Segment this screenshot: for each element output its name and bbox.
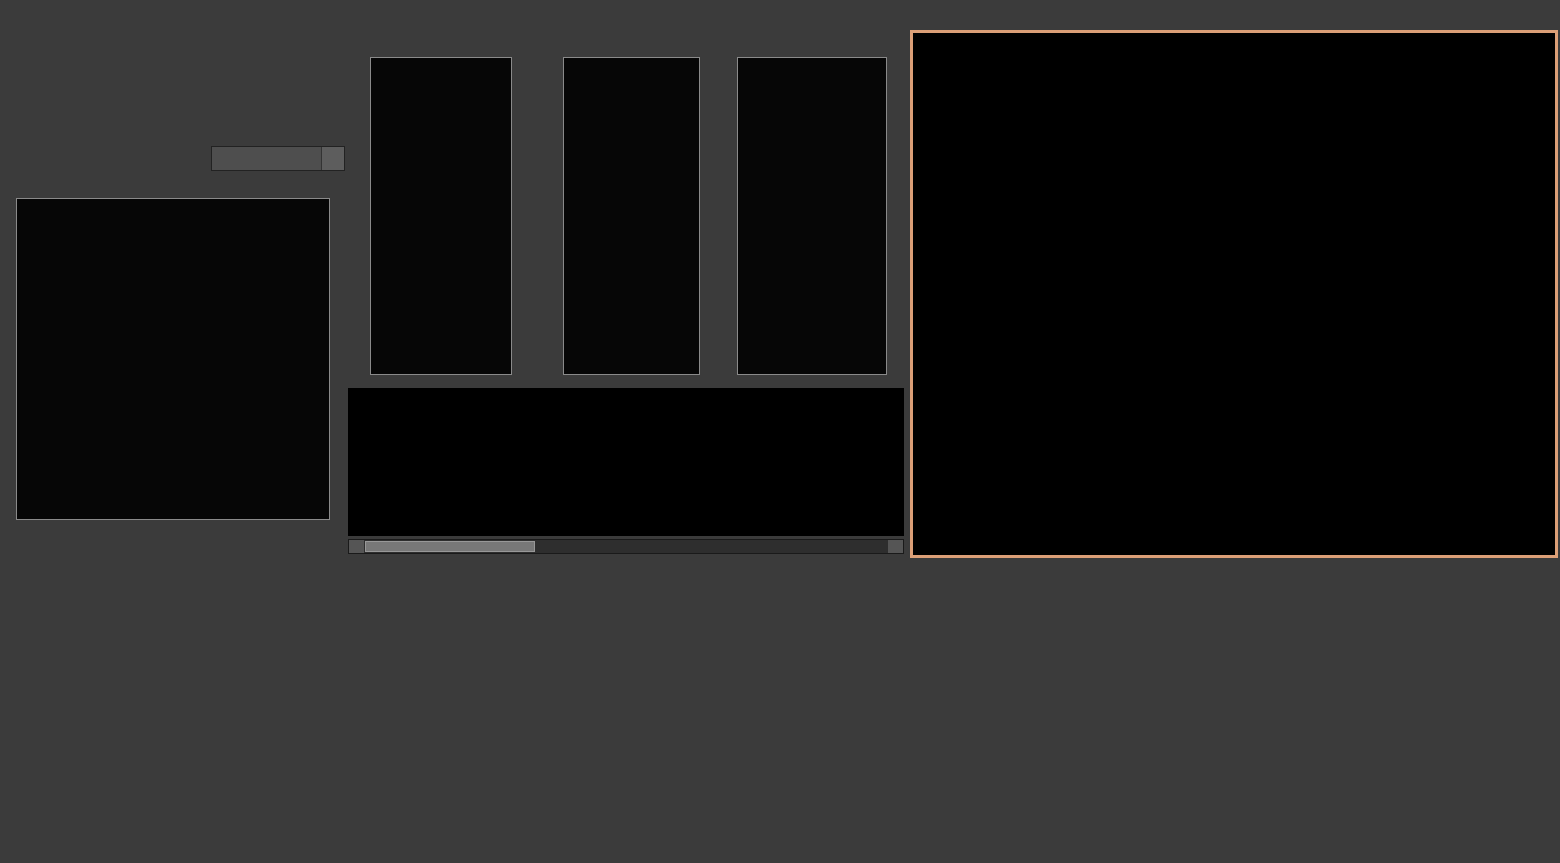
description (24, 84, 360, 105)
scrollbar-thumb[interactable] (365, 541, 535, 552)
swatch-strip-scrollbar[interactable] (348, 539, 904, 554)
delta-l-chart (370, 57, 512, 375)
cie-diagram-panel (910, 30, 1558, 558)
scroll-right-icon[interactable] (888, 540, 903, 553)
delta-l-y-axis (342, 57, 368, 375)
actual-target-swatch-strip (348, 388, 904, 536)
cie-chromaticity-diagram (950, 55, 1548, 522)
delta-c-chart (563, 57, 700, 375)
delta-h-y-axis (707, 57, 733, 375)
deltae-chart (16, 198, 330, 520)
actual-row-label (349, 394, 362, 452)
de-formula-dropdown[interactable] (211, 146, 345, 171)
delta-c-y-axis (533, 57, 559, 375)
delta-h-chart (737, 57, 887, 375)
deltae-x-axis (16, 524, 330, 538)
colorchecker-app (0, 0, 1560, 863)
dropdown-arrow-icon[interactable] (321, 147, 344, 170)
target-row-label (349, 452, 362, 510)
scroll-left-icon[interactable] (349, 540, 364, 553)
